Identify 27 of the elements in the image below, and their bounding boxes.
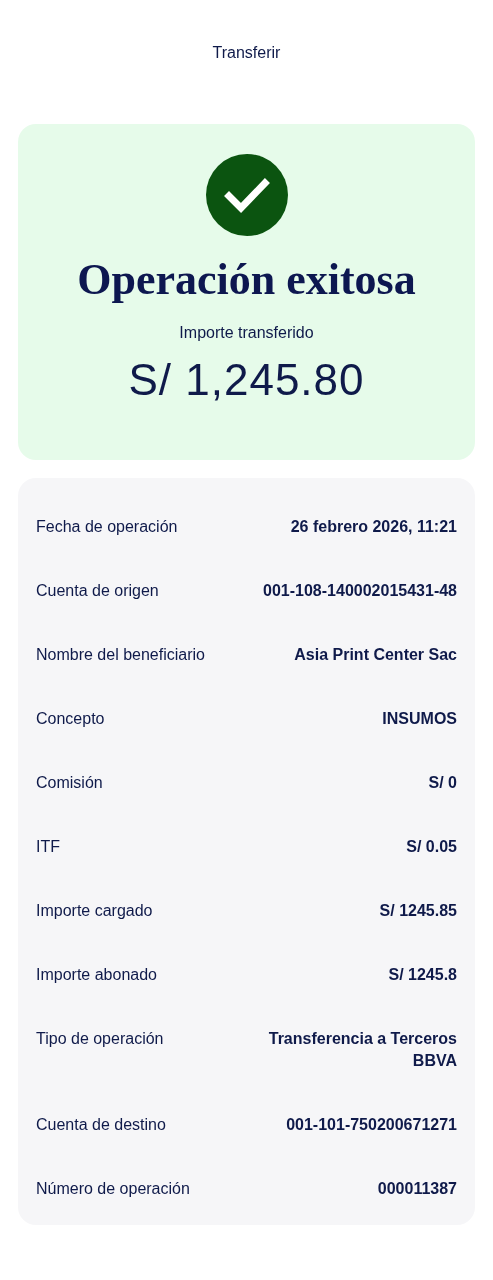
detail-value: S/ 1245.8 [388,965,457,985]
detail-label: Importe abonado [36,965,157,985]
detail-value: Asia Print Center Sac [294,645,457,665]
detail-label: Cuenta de destino [36,1115,166,1135]
checkmark-icon [205,154,288,236]
page-title: Transferir [212,43,281,63]
detail-value: INSUMOS [382,709,457,729]
detail-value: 001-101-750200671271 [286,1115,457,1135]
detail-label: Nombre del beneficiario [36,645,205,665]
detail-value: 001-108-140002015431-48 [263,581,457,601]
detail-value: S/ 0.05 [406,837,457,857]
detail-label: Fecha de operación [36,517,178,537]
detail-label: Cuenta de origen [36,581,159,601]
detail-value: 000011387 [377,1179,457,1199]
detail-value: 26 febrero 2026, 11:21 [290,517,457,537]
detail-value: Transferencia a Terceros BBVA [267,1029,457,1071]
amount: S/ 1,245.80 [128,354,365,406]
detail-value: S/ 1245.85 [379,901,457,921]
detail-label: Concepto [36,709,105,729]
detail-label: Tipo de operación [36,1029,164,1049]
detail-label: Importe cargado [36,901,153,921]
amount-label: Importe transferido [179,323,314,343]
detail-value: S/ 0 [428,773,457,793]
detail-label: Comisión [36,773,103,793]
success-title: Operación exitosa [77,254,416,306]
detail-label: Número de operación [36,1179,190,1199]
detail-label: ITF [36,837,60,857]
